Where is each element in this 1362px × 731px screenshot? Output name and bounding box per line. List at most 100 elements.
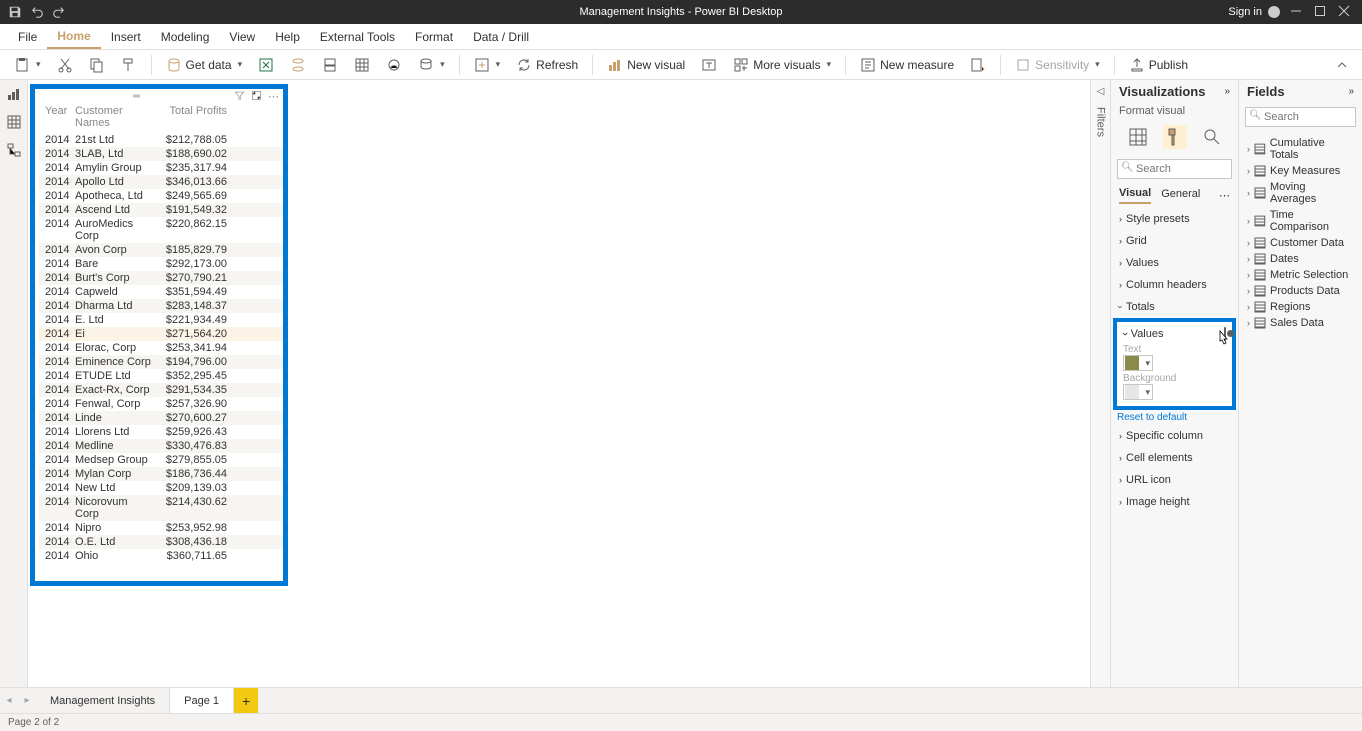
sensitivity-button[interactable]: Sensitivity ▾ xyxy=(1009,53,1106,77)
table-row[interactable]: 2014Capweld$351,594.49 xyxy=(39,285,283,299)
table-row[interactable]: 2014ETUDE Ltd$352,295.45 xyxy=(39,369,283,383)
collapse-ribbon-icon[interactable] xyxy=(1330,53,1354,77)
fields-search-input[interactable] xyxy=(1245,107,1356,127)
collapse-viz-icon[interactable]: » xyxy=(1224,86,1230,97)
excel-workbook-button[interactable] xyxy=(252,53,280,77)
field-table[interactable]: ›Dates xyxy=(1239,251,1362,267)
field-table[interactable]: ›Regions xyxy=(1239,299,1362,315)
table-row[interactable]: 2014E. Ltd$221,934.49 xyxy=(39,313,283,327)
section-cell-elements[interactable]: ›Cell elements xyxy=(1111,447,1238,469)
more-tabs-icon[interactable]: ⋯ xyxy=(1219,189,1230,202)
analytics-icon[interactable] xyxy=(1200,125,1224,149)
minimize-icon[interactable] xyxy=(1290,5,1304,19)
report-view-icon[interactable] xyxy=(6,86,22,102)
tab-visual[interactable]: Visual xyxy=(1119,187,1151,204)
field-table[interactable]: ›Time Comparison xyxy=(1239,207,1362,235)
section-style-presets[interactable]: ›Style presets xyxy=(1111,208,1238,230)
copy-button[interactable] xyxy=(83,53,111,77)
signin-button[interactable]: Sign in xyxy=(1228,6,1280,18)
table-row[interactable]: 2014New Ltd$209,139.03 xyxy=(39,481,283,495)
header-profit[interactable]: Total Profits xyxy=(153,105,227,129)
table-row[interactable]: 2014Llorens Ltd$259,926.43 xyxy=(39,425,283,439)
save-icon[interactable] xyxy=(8,5,22,19)
expand-filters-icon[interactable]: ◁ xyxy=(1097,86,1105,97)
maximize-icon[interactable] xyxy=(1314,5,1328,19)
table-row[interactable]: 2014Bare$292,173.00 xyxy=(39,257,283,271)
menu-file[interactable]: File xyxy=(8,24,47,49)
menu-home[interactable]: Home xyxy=(47,24,100,49)
build-visual-icon[interactable] xyxy=(1126,125,1150,149)
page-tab-page1[interactable]: Page 1 xyxy=(170,688,234,713)
table-row[interactable]: 2014Apotheca, Ltd$249,565.69 xyxy=(39,189,283,203)
table-row[interactable]: 2014Ei$271,564.20 xyxy=(39,327,283,341)
close-icon[interactable] xyxy=(1338,5,1352,19)
redo-icon[interactable] xyxy=(52,5,66,19)
next-page-icon[interactable]: ▸ xyxy=(18,695,36,706)
more-options-icon[interactable]: ⋯ xyxy=(268,90,279,103)
table-row[interactable]: 2014Elorac, Corp$253,341.94 xyxy=(39,341,283,355)
section-totals[interactable]: ›Totals xyxy=(1111,296,1238,318)
field-table[interactable]: ›Sales Data xyxy=(1239,315,1362,331)
filter-icon[interactable] xyxy=(234,90,245,103)
table-row[interactable]: 2014Apollo Ltd$346,013.66 xyxy=(39,175,283,189)
new-visual-button[interactable]: New visual xyxy=(601,53,691,77)
field-table[interactable]: ›Key Measures xyxy=(1239,163,1362,179)
section-grid[interactable]: ›Grid xyxy=(1111,230,1238,252)
table-row[interactable]: 2014Fenwal, Corp$257,326.90 xyxy=(39,397,283,411)
table-row[interactable]: 2014Linde$270,600.27 xyxy=(39,411,283,425)
menu-modeling[interactable]: Modeling xyxy=(151,24,220,49)
menu-data-drill[interactable]: Data / Drill xyxy=(463,24,539,49)
field-table[interactable]: ›Cumulative Totals xyxy=(1239,135,1362,163)
table-row[interactable]: 2014Mylan Corp$186,736.44 xyxy=(39,467,283,481)
table-row[interactable]: 2014Medline$330,476.83 xyxy=(39,439,283,453)
section-url-icon[interactable]: ›URL icon xyxy=(1111,469,1238,491)
field-table[interactable]: ›Metric Selection xyxy=(1239,267,1362,283)
format-visual-icon[interactable] xyxy=(1163,125,1187,149)
menu-view[interactable]: View xyxy=(219,24,265,49)
quick-measure-button[interactable] xyxy=(964,53,992,77)
text-box-button[interactable] xyxy=(695,53,723,77)
sql-server-button[interactable] xyxy=(316,53,344,77)
header-customer[interactable]: Customer Names xyxy=(75,105,153,129)
menu-help[interactable]: Help xyxy=(265,24,310,49)
section-values[interactable]: ›Values xyxy=(1111,252,1238,274)
table-row[interactable]: 201421st Ltd$212,788.05 xyxy=(39,133,283,147)
menu-insert[interactable]: Insert xyxy=(101,24,151,49)
table-row[interactable]: 2014Ascend Ltd$191,549.32 xyxy=(39,203,283,217)
refresh-button[interactable]: Refresh xyxy=(510,53,584,77)
text-color-picker[interactable]: ▾ xyxy=(1123,355,1153,371)
section-image-height[interactable]: ›Image height xyxy=(1111,491,1238,513)
table-row[interactable]: 2014Avon Corp$185,829.79 xyxy=(39,243,283,257)
field-table[interactable]: ›Customer Data xyxy=(1239,235,1362,251)
more-visuals-button[interactable]: More visuals ▾ xyxy=(727,53,837,77)
table-row[interactable]: 2014Medsep Group$279,855.05 xyxy=(39,453,283,467)
transform-data-button[interactable]: ▾ xyxy=(468,53,507,77)
data-view-icon[interactable] xyxy=(6,114,22,130)
table-row[interactable]: 2014Ohio$360,711.65 xyxy=(39,549,283,563)
menu-format[interactable]: Format xyxy=(405,24,463,49)
table-row[interactable]: 2014Nicorovum Corp$214,430.62 xyxy=(39,495,283,521)
report-canvas[interactable]: ═ ⋯ Year Customer Names xyxy=(28,80,1090,687)
format-painter-button[interactable] xyxy=(115,53,143,77)
table-row[interactable]: 2014AuroMedics Corp$220,862.15 xyxy=(39,217,283,243)
table-row[interactable]: 2014Burt's Corp$270,790.21 xyxy=(39,271,283,285)
enter-data-button[interactable] xyxy=(348,53,376,77)
menu-external-tools[interactable]: External Tools xyxy=(310,24,405,49)
table-row[interactable]: 2014O.E. Ltd$308,436.18 xyxy=(39,535,283,549)
data-hub-button[interactable] xyxy=(284,53,312,77)
table-visual[interactable]: ═ ⋯ Year Customer Names xyxy=(30,84,288,586)
table-row[interactable]: 2014Eminence Corp$194,796.00 xyxy=(39,355,283,369)
drag-handle-icon[interactable]: ═ xyxy=(128,91,146,102)
table-row[interactable]: 20143LAB, Ltd$188,690.02 xyxy=(39,147,283,161)
viz-search-input[interactable] xyxy=(1117,159,1232,179)
reset-to-default[interactable]: Reset to default xyxy=(1111,410,1238,425)
paste-button[interactable]: ▾ xyxy=(8,53,47,77)
get-data-button[interactable]: Get data ▾ xyxy=(160,53,249,77)
add-page-button[interactable]: + xyxy=(234,688,258,713)
table-row[interactable]: 2014Nipro$253,952.98 xyxy=(39,521,283,535)
prev-page-icon[interactable]: ◂ xyxy=(0,695,18,706)
tab-general[interactable]: General xyxy=(1161,188,1200,203)
recent-sources-button[interactable]: ▾ xyxy=(412,53,451,77)
filters-label[interactable]: Filters xyxy=(1095,107,1107,137)
publish-button[interactable]: Publish xyxy=(1123,53,1194,77)
